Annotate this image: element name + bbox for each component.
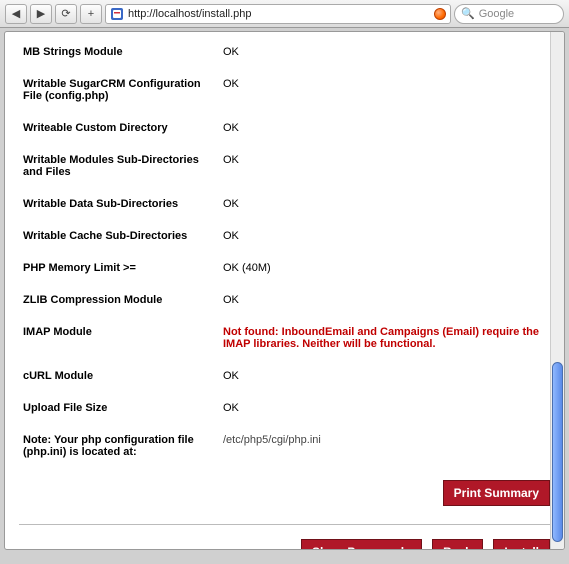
back-nav-button[interactable]: Back — [432, 539, 483, 549]
forward-button[interactable]: ▶ — [30, 4, 52, 24]
page-container: MB Strings ModuleOKWritable SugarCRM Con… — [4, 31, 565, 550]
check-value: OK — [219, 72, 550, 116]
print-summary-button[interactable]: Print Summary — [443, 480, 550, 506]
check-label: ZLIB Compression Module — [19, 288, 219, 320]
check-row: Writable Data Sub-DirectoriesOK — [19, 192, 550, 224]
check-value: OK — [219, 224, 550, 256]
check-label: Writeable Custom Directory — [19, 116, 219, 148]
check-value: OK — [219, 116, 550, 148]
browser-toolbar: ◀ ▶ ⟳ + http://localhost/install.php 🔍 G… — [0, 0, 569, 28]
check-row: Writable SugarCRM Configuration File (co… — [19, 72, 550, 116]
page-content: MB Strings ModuleOKWritable SugarCRM Con… — [5, 32, 564, 549]
check-label: IMAP Module — [19, 320, 219, 364]
check-value: OK — [219, 396, 550, 428]
search-placeholder: Google — [479, 8, 514, 20]
check-value: OK — [219, 364, 550, 396]
note-row: Note: Your php configuration file (php.i… — [19, 428, 550, 472]
vertical-scrollbar[interactable] — [550, 32, 564, 549]
search-bar[interactable]: 🔍 Google — [454, 4, 564, 24]
check-value: OK (40M) — [219, 256, 550, 288]
url-text: http://localhost/install.php — [128, 8, 252, 20]
bottom-button-row: Show Passwords Back Install — [19, 524, 550, 549]
check-row: Upload File SizeOK — [19, 396, 550, 428]
check-value: OK — [219, 40, 550, 72]
check-error-value: Not found: InboundEmail and Campaigns (E… — [219, 320, 550, 364]
search-icon: 🔍 — [461, 7, 475, 20]
check-row: Writable Modules Sub-Directories and Fil… — [19, 148, 550, 192]
check-label: Writable Modules Sub-Directories and Fil… — [19, 148, 219, 192]
check-row: Writable Cache Sub-DirectoriesOK — [19, 224, 550, 256]
check-row: cURL ModuleOK — [19, 364, 550, 396]
check-label: PHP Memory Limit >= — [19, 256, 219, 288]
add-button[interactable]: + — [80, 4, 102, 24]
check-row: Writeable Custom DirectoryOK — [19, 116, 550, 148]
check-row: ZLIB Compression ModuleOK — [19, 288, 550, 320]
note-value: /etc/php5/cgi/php.ini — [219, 428, 550, 472]
check-label: Writable Cache Sub-Directories — [19, 224, 219, 256]
check-row: MB Strings ModuleOK — [19, 40, 550, 72]
summary-button-row: Print Summary — [19, 472, 550, 520]
install-button[interactable]: Install — [493, 539, 550, 549]
reload-button[interactable]: ⟳ — [55, 4, 77, 24]
system-check-table: MB Strings ModuleOKWritable SugarCRM Con… — [19, 40, 550, 428]
scrollbar-thumb[interactable] — [552, 362, 563, 542]
check-label: cURL Module — [19, 364, 219, 396]
check-label: Writable Data Sub-Directories — [19, 192, 219, 224]
check-value: OK — [219, 288, 550, 320]
show-passwords-button[interactable]: Show Passwords — [301, 539, 422, 549]
check-value: OK — [219, 148, 550, 192]
viewport: MB Strings ModuleOKWritable SugarCRM Con… — [0, 31, 569, 564]
back-button[interactable]: ◀ — [5, 4, 27, 24]
check-row: IMAP ModuleNot found: InboundEmail and C… — [19, 320, 550, 364]
check-label: Writable SugarCRM Configuration File (co… — [19, 72, 219, 116]
note-label: Note: Your php configuration file (php.i… — [19, 428, 219, 472]
favicon-icon — [110, 7, 124, 21]
check-row: PHP Memory Limit >=OK (40M) — [19, 256, 550, 288]
check-label: Upload File Size — [19, 396, 219, 428]
check-label: MB Strings Module — [19, 40, 219, 72]
url-bar[interactable]: http://localhost/install.php — [105, 4, 451, 24]
check-value: OK — [219, 192, 550, 224]
stop-icon[interactable] — [434, 8, 446, 20]
